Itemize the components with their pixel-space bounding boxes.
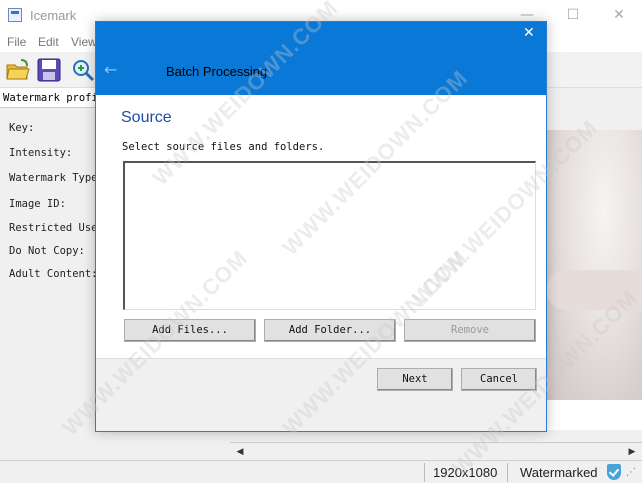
instruction-text: Select source files and folders. — [122, 141, 325, 153]
close-icon[interactable]: ✕ — [596, 0, 642, 31]
remove-button[interactable]: Remove — [404, 319, 536, 342]
window-title: Icemark — [30, 8, 77, 23]
field-restricted-use: Restricted Use — [9, 222, 98, 234]
close-icon[interactable]: ✕ — [523, 25, 535, 41]
status-state: Watermarked — [520, 465, 598, 480]
field-image-id: Image ID: — [9, 198, 66, 210]
zoom-icon[interactable] — [70, 57, 96, 83]
add-files-button[interactable]: Add Files... — [124, 319, 256, 342]
field-do-not-copy: Do Not Copy: — [9, 245, 85, 257]
dialog-title: Batch Processing — [166, 64, 268, 79]
field-intensity: Intensity: — [9, 147, 73, 159]
batch-processing-dialog: ✕ ← Batch Processing Source Select sourc… — [95, 21, 547, 432]
horizontal-scrollbar[interactable]: ◀ ▶ — [230, 442, 642, 460]
profile-label: Watermark profil — [3, 92, 105, 104]
next-button[interactable]: Next — [377, 368, 453, 391]
menu-view[interactable]: View — [71, 35, 97, 49]
maximize-icon[interactable]: ☐ — [550, 0, 596, 31]
open-folder-icon[interactable] — [5, 57, 31, 83]
status-separator — [507, 463, 508, 482]
field-adult-content: Adult Content: — [9, 268, 98, 280]
status-separator — [424, 463, 425, 482]
back-arrow-icon[interactable]: ← — [104, 60, 117, 79]
resize-grip-icon[interactable]: ⋰ — [626, 467, 636, 478]
status-bar: 1920x1080 Watermarked ⋰ — [0, 460, 642, 483]
add-folder-button[interactable]: Add Folder... — [264, 319, 396, 342]
source-file-list[interactable] — [123, 161, 536, 310]
image-preview-bottom — [546, 400, 642, 430]
scroll-right-icon[interactable]: ▶ — [624, 445, 640, 459]
status-resolution: 1920x1080 — [433, 465, 498, 480]
scroll-left-icon[interactable]: ◀ — [232, 445, 248, 459]
field-key: Key: — [9, 122, 35, 134]
cancel-button[interactable]: Cancel — [461, 368, 537, 391]
shield-check-icon — [607, 464, 621, 480]
dialog-header: ✕ ← Batch Processing — [96, 22, 546, 95]
save-icon[interactable] — [36, 57, 62, 83]
menu-file[interactable]: File — [7, 35, 26, 49]
section-title: Source — [121, 109, 172, 126]
image-preview — [546, 130, 642, 400]
menu-edit[interactable]: Edit — [38, 35, 59, 49]
app-icon — [8, 8, 22, 22]
field-watermark-type: Watermark Type — [9, 172, 98, 184]
dialog-footer: Next Cancel — [96, 358, 546, 431]
